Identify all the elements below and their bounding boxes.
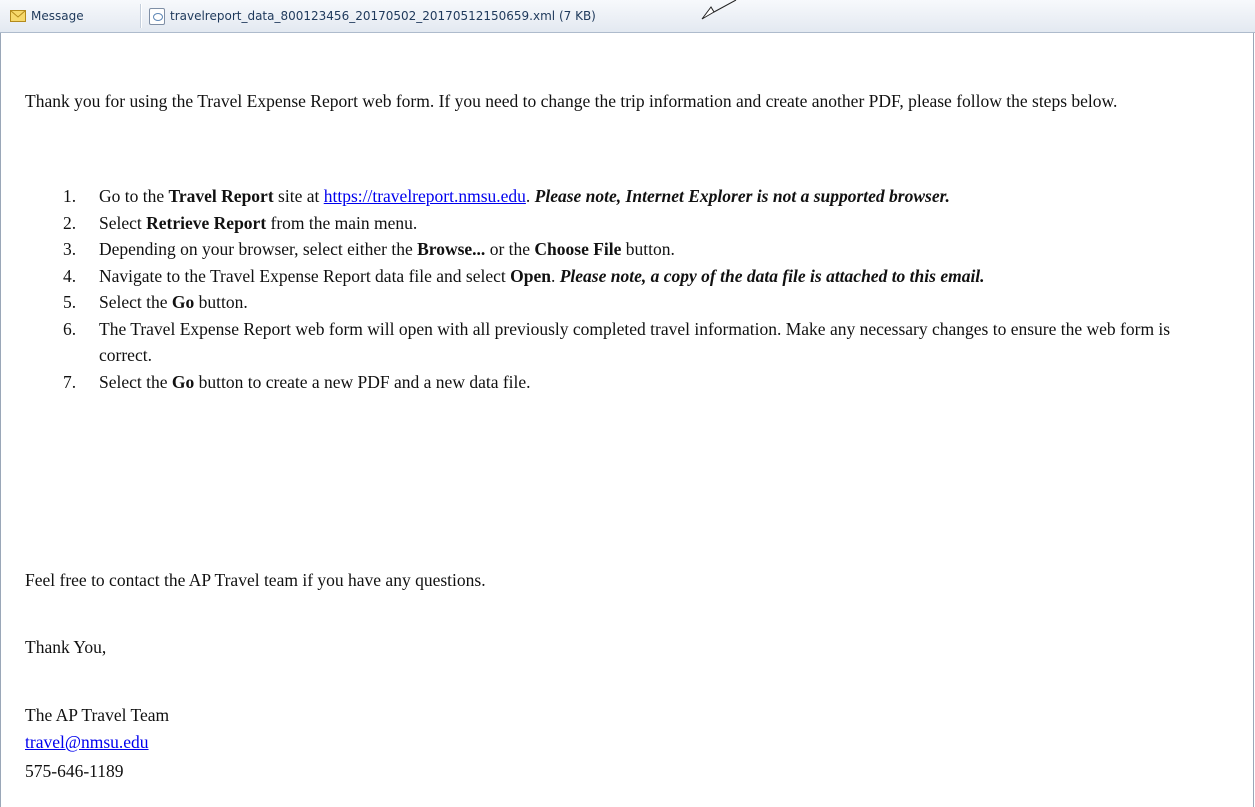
step-bold-text: Retrieve Report — [146, 212, 267, 233]
step-text: The Travel Expense Report web form will … — [99, 318, 1171, 366]
step-text: or the — [485, 239, 535, 259]
envelope-icon — [10, 10, 26, 22]
attachment-tab-bar: Message travelreport_data_800123456_2017… — [0, 0, 1255, 33]
annotation-arrow-icon — [701, 0, 737, 20]
attachment-filename: travelreport_data_800123456_20170502_201… — [170, 9, 556, 23]
tab-divider — [140, 4, 142, 28]
attachment-size: (7 KB) — [558, 9, 596, 23]
step-number: 6. — [63, 318, 77, 339]
step-number: 4. — [63, 265, 77, 286]
signature-team: The AP Travel Team — [25, 705, 170, 725]
step-item: 4. Navigate to the Travel Expense Report … — [63, 263, 1223, 290]
step-text: button to create a new PDF and a new dat… — [194, 371, 531, 392]
step-text: . — [550, 265, 560, 286]
step-item: 2. Select Retrieve Report from the main m… — [63, 210, 1223, 237]
step-text: site at — [273, 186, 324, 206]
step-text: Select the — [99, 371, 172, 392]
signature-phone: 575-646-1189 — [25, 761, 124, 781]
step-text: button. — [194, 292, 248, 312]
step-item: 3. Depending on your browser, select eith… — [63, 236, 1223, 263]
step-bold-text: Go — [171, 292, 195, 312]
step-text: . — [525, 186, 535, 206]
xml-document-icon — [149, 7, 165, 25]
thank-you-line: Thank You, — [25, 637, 107, 657]
signature-email-link[interactable]: travel@nmsu.edu — [25, 732, 149, 752]
step-text: from the main menu. — [266, 212, 418, 233]
step-number: 1. — [63, 186, 77, 206]
step-text: Go to the — [99, 186, 169, 206]
closing-paragraph: Feel free to contact the AP Travel team … — [25, 570, 486, 590]
step-number: 2. — [63, 212, 77, 233]
message-tab[interactable]: Message — [10, 5, 84, 27]
message-tab-label: Message — [31, 9, 84, 23]
steps-list: 1. Go to the Travel Report site at https:… — [63, 183, 1223, 395]
step-item: 6. The Travel Expense Report web form wil… — [63, 316, 1223, 369]
step-item: 7. Select the Go button to create a new P… — [63, 369, 1223, 396]
email-body: Thank you for using the Travel Expense R… — [0, 33, 1254, 807]
step-text: Depending on your browser, select either… — [99, 239, 418, 259]
step-bold-text: Open — [510, 265, 551, 286]
step-number: 3. — [63, 239, 77, 259]
attachment-tab[interactable]: travelreport_data_800123456_20170502_201… — [149, 5, 596, 27]
step-number: 7. — [63, 371, 77, 392]
travel-report-link[interactable]: https://travelreport.nmsu.edu — [324, 186, 526, 206]
step-bold-text: Travel Report — [168, 186, 274, 206]
step-item: 5. Select the Go button. — [63, 289, 1223, 316]
step-bold-text: Go — [171, 371, 195, 392]
step-note: Please note, Internet Explorer is not a … — [534, 186, 950, 206]
step-text: Navigate to the Travel Expense Report da… — [99, 265, 511, 286]
step-bold-text: Choose File — [534, 239, 622, 259]
step-text: Select the — [99, 292, 172, 312]
step-number: 5. — [63, 292, 77, 312]
step-item: 1. Go to the Travel Report site at https:… — [63, 183, 1223, 210]
step-bold-text: Browse... — [417, 239, 486, 259]
step-note: Please note, a copy of the data file is … — [559, 265, 985, 286]
step-text: Select — [99, 212, 147, 233]
intro-paragraph: Thank you for using the Travel Expense R… — [25, 91, 1118, 111]
step-text: button. — [621, 239, 675, 259]
